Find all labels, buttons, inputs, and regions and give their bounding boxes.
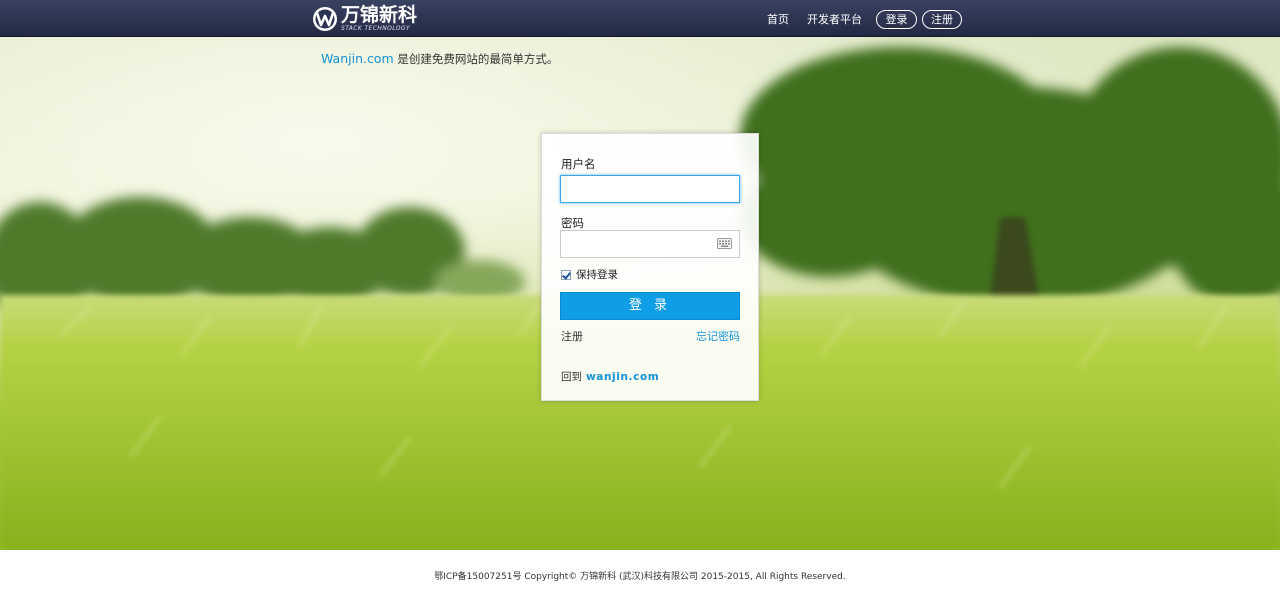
remember-me[interactable]: 保持登录 [561, 267, 618, 282]
nav-register-button[interactable]: 注册 [922, 10, 962, 29]
nav-home-link[interactable]: 首页 [767, 11, 789, 27]
wanjin-w-logo-icon [313, 6, 337, 31]
password-input[interactable] [560, 230, 740, 258]
password-label: 密码 [561, 216, 584, 230]
checkmark-icon[interactable] [561, 269, 571, 280]
back-site-link[interactable]: wanjin.com [586, 371, 659, 383]
username-input[interactable] [560, 175, 740, 203]
forgot-password-link[interactable]: 忘记密码 [696, 328, 740, 344]
back-prefix: 回到 [561, 371, 582, 383]
nav-developer-link[interactable]: 开发者平台 [807, 11, 862, 27]
tagline-text: 是创建免费网站的最简单方式。 [393, 52, 559, 66]
username-label: 用户名 [561, 157, 596, 171]
footer: 鄂ICP备15007251号 Copyright© 万锦新科 (武汉)科技有限公… [0, 550, 1280, 599]
nav-login-button[interactable]: 登录 [876, 10, 917, 29]
top-navbar: 万锦新科 STACK TECHNOLOGY 首页 开发者平台 登录 注册 [0, 0, 1280, 37]
tagline: Wanjin.com 是创建免费网站的最简单方式。 [321, 51, 558, 67]
login-panel: 用户名 密码 保持登录 登 录 注册 忘记密码 回到 wanjin.com [541, 133, 759, 401]
back-to-site: 回到 wanjin.com [561, 369, 659, 384]
keyboard-icon[interactable] [717, 238, 732, 249]
logo-english-name: STACK TECHNOLOGY [341, 24, 411, 32]
login-submit-button[interactable]: 登 录 [560, 292, 740, 320]
footer-copyright: 鄂ICP备15007251号 Copyright© 万锦新科 (武汉)科技有限公… [434, 572, 846, 582]
register-link[interactable]: 注册 [561, 328, 583, 344]
logo[interactable]: 万锦新科 STACK TECHNOLOGY [312, 3, 417, 34]
logo-chinese-name: 万锦新科 [341, 3, 418, 26]
remember-me-label: 保持登录 [576, 269, 618, 281]
tagline-brand[interactable]: Wanjin.com [321, 51, 394, 66]
